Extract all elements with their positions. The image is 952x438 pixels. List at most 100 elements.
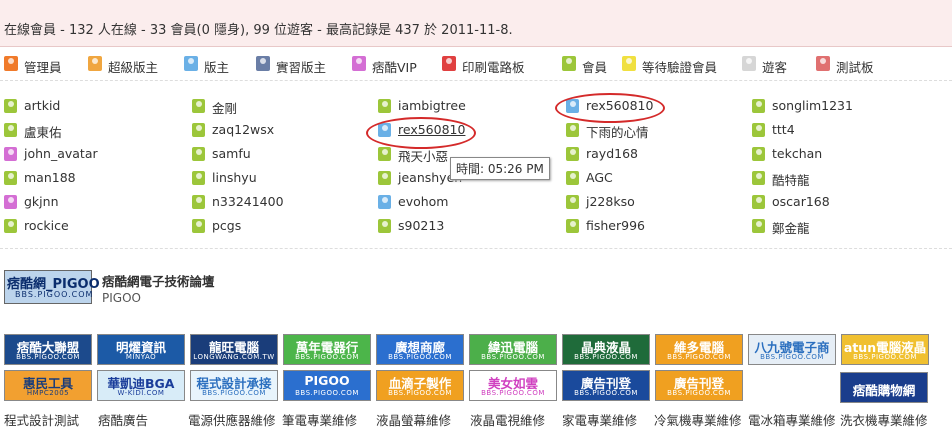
sponsor-banner[interactable]: 痞酷購物網: [840, 372, 928, 403]
footer-link[interactable]: 筆電專業維修: [282, 410, 357, 429]
member-user-icon: [192, 123, 205, 137]
username-link[interactable]: rockice: [24, 218, 69, 233]
footer-link[interactable]: 洗衣機專業維修: [840, 410, 928, 429]
username-link[interactable]: j228kso: [586, 194, 635, 209]
sponsor-banner[interactable]: 廣想商廊 BBS.PIGOO.COM: [376, 334, 464, 365]
forum-title[interactable]: 痞酷網電子技術論壇: [102, 271, 215, 290]
sponsor-banner[interactable]: 華凱迪BGA W-KIDI.COM: [97, 370, 185, 401]
last-active-tooltip: 時間: 05:26 PM: [450, 157, 550, 180]
username-link[interactable]: songlim1231: [772, 98, 853, 113]
member-user-icon: [752, 123, 765, 137]
username-link[interactable]: gkjnn: [24, 194, 59, 209]
username-link[interactable]: samfu: [212, 146, 251, 161]
username-link[interactable]: AGC: [586, 170, 613, 185]
forum-subtitle: PIGOO: [102, 291, 141, 305]
sponsor-banner[interactable]: 萬年電器行 BBS.PIGOO.COM: [283, 334, 371, 365]
banner-subtitle: BBS.PIGOO.COM: [574, 389, 638, 397]
member-user-icon: [566, 123, 579, 137]
username-link[interactable]: rayd168: [586, 146, 638, 161]
sponsor-banner[interactable]: atun電腦液晶 BBS.PIGOO.COM: [841, 334, 929, 365]
username-link[interactable]: pcgs: [212, 218, 241, 233]
username-link[interactable]: zaq12wsx: [212, 122, 274, 137]
sponsor-banner[interactable]: 緯迅電腦 BBS.PIGOO.COM: [469, 334, 557, 365]
admin-user-icon: [4, 56, 18, 71]
username-link[interactable]: 酷特龍: [772, 170, 810, 189]
footer-link[interactable]: 冷氣機專業維修: [654, 410, 742, 429]
intern-moderator-icon: [256, 56, 270, 71]
footer-link[interactable]: 電冰箱專業維修: [748, 410, 836, 429]
sponsor-banner[interactable]: 程式設計承接 BBS.PIGOO.COM: [190, 370, 278, 401]
sponsor-banner[interactable]: 美女如雲 BBS.PIGOO.COM: [469, 370, 557, 401]
sponsor-banner[interactable]: 廣告刊登 BBS.PIGOO.COM: [562, 370, 650, 401]
banner-subtitle: BBS.PIGOO.COM: [481, 353, 545, 361]
banner-subtitle: BBS.PIGOO.COM: [853, 353, 917, 361]
banner-title: 痞酷購物網: [852, 383, 916, 398]
member-user-icon: [566, 219, 579, 233]
sponsor-banner[interactable]: 明燿資訊 MINYAO: [97, 334, 185, 365]
sponsor-banner[interactable]: 八九號電子商 BBS.PIGOO.COM: [748, 334, 836, 365]
username-link[interactable]: linshyu: [212, 170, 257, 185]
banner-subtitle: HMPC2005: [26, 389, 70, 397]
legend-label: 會員: [582, 60, 608, 75]
sponsor-banner[interactable]: 廣告刊登 BBS.PIGOO.COM: [655, 370, 743, 401]
sponsor-banner[interactable]: 晶典液晶 BBS.PIGOO.COM: [562, 334, 650, 365]
banner-subtitle: W-KIDI.COM: [117, 389, 165, 397]
sponsor-banner[interactable]: 血滴子製作 BBS.PIGOO.COM: [376, 370, 464, 401]
username-link[interactable]: 鄭金龍: [772, 218, 810, 237]
footer-link[interactable]: 家電專業維修: [562, 410, 637, 429]
sponsor-banner[interactable]: PIGOO BBS.PIGOO.COM: [283, 370, 371, 401]
banner-subtitle: BBS.PIGOO.COM: [667, 389, 731, 397]
username-link[interactable]: tekchan: [772, 146, 822, 161]
vip-user-icon: [352, 56, 366, 71]
banner-subtitle: BBS.PIGOO.COM: [16, 353, 80, 361]
banner-subtitle: BBS.PIGOO.COM: [388, 389, 452, 397]
username-link[interactable]: 金剛: [212, 98, 237, 117]
forum-logo-subtext: BBS.PIGOO.COM: [15, 290, 94, 299]
member-user-icon: [752, 147, 765, 161]
username-link[interactable]: john_avatar: [24, 146, 98, 161]
member-user-icon: [566, 195, 579, 209]
legend-label: 遊客: [762, 60, 788, 75]
moderator-user-icon: [378, 195, 391, 209]
username-link[interactable]: man188: [24, 170, 76, 185]
highlight-circle: [366, 117, 476, 149]
member-user-icon: [192, 195, 205, 209]
sponsor-banner[interactable]: 龍旺電腦 LONGWANG.COM.TW: [190, 334, 278, 365]
member-icon: [562, 56, 576, 71]
username-link[interactable]: s90213: [398, 218, 444, 233]
banner-subtitle: BBS.PIGOO.COM: [667, 353, 731, 361]
banner-subtitle: BBS.PIGOO.COM: [574, 353, 638, 361]
test-board-icon: [816, 56, 830, 71]
banner-title: PIGOO: [304, 373, 350, 388]
sponsor-banner[interactable]: 惠民工具 HMPC2005: [4, 370, 92, 401]
legend-label: 版主: [204, 60, 230, 75]
member-user-icon: [566, 147, 579, 161]
username-link[interactable]: n33241400: [212, 194, 284, 209]
username-link[interactable]: iambigtree: [398, 98, 466, 113]
highlight-circle: [555, 93, 665, 123]
footer-link[interactable]: 電源供應器維修: [188, 410, 276, 429]
online-members-header: 在線會員 - 132 人在線 - 33 會員(0 隱身), 99 位遊客 - 最…: [0, 0, 952, 47]
member-user-icon: [752, 195, 765, 209]
super-moderator-icon: [88, 56, 102, 71]
sponsor-banner[interactable]: 痞酷大聯盟 BBS.PIGOO.COM: [4, 334, 92, 365]
forum-logo[interactable]: 痞酷網_PIGOO BBS.PIGOO.COM: [4, 270, 100, 304]
member-user-icon: [192, 147, 205, 161]
username-link[interactable]: 盧東佑: [24, 122, 62, 141]
username-link[interactable]: fisher996: [586, 218, 645, 233]
username-link[interactable]: oscar168: [772, 194, 830, 209]
username-link[interactable]: ttt4: [772, 122, 795, 137]
username-link[interactable]: 下雨的心情: [586, 122, 649, 141]
footer-link[interactable]: 液晶螢幕維修: [376, 410, 451, 429]
vip-user-icon: [4, 147, 17, 161]
member-user-icon: [566, 171, 579, 185]
username-link[interactable]: artkid: [24, 98, 60, 113]
sponsor-banner[interactable]: 維多電腦 BBS.PIGOO.COM: [655, 334, 743, 365]
footer-link[interactable]: 痞酷廣告: [98, 410, 148, 429]
member-user-icon: [378, 147, 391, 161]
member-user-icon: [752, 219, 765, 233]
footer-link[interactable]: 液晶電視維修: [470, 410, 545, 429]
username-link[interactable]: evohom: [398, 194, 448, 209]
banner-subtitle: MINYAO: [125, 353, 157, 361]
footer-link[interactable]: 程式設計測試: [4, 410, 79, 429]
